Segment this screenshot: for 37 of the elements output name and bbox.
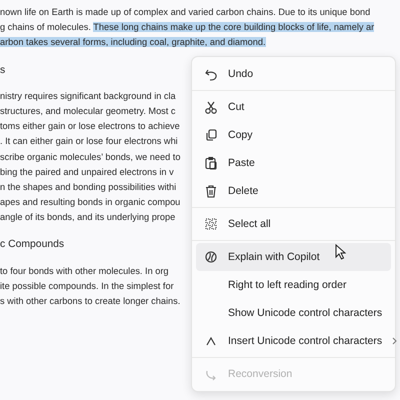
clipboard-icon xyxy=(204,156,218,170)
body-text: ite possible compounds. In the simplest for xyxy=(0,280,174,291)
mouse-pointer-icon xyxy=(335,244,346,260)
section-heading: s xyxy=(0,64,6,76)
body-text: bing the paired and unpaired electrons in v xyxy=(0,166,174,177)
copilot-icon xyxy=(204,250,218,264)
selected-text: arbon takes several forms, including coal, graphite, and diamond. xyxy=(0,37,266,48)
selected-text: These long chains make up the core building blocks of life, namely ar xyxy=(93,22,374,32)
body-text: . It can either gain or lose four electrons whi xyxy=(0,136,178,146)
menu-item[interactable]: Select all xyxy=(196,210,391,238)
select-all-icon xyxy=(204,217,218,231)
copy-icon xyxy=(204,128,218,142)
body-text: angle of its bonds, and its underlying prope xyxy=(0,212,176,222)
body-text: to four bonds with other molecules. In org xyxy=(0,266,169,276)
body-text: n the shapes and bonding possibilities withi xyxy=(0,182,176,192)
body-text: s with other carbons to create longer chains. xyxy=(0,296,180,306)
menu-item[interactable]: Show Unicode control characters xyxy=(196,299,391,327)
menu-item[interactable]: Right to left reading order xyxy=(196,271,391,299)
menu-item[interactable]: Explain with Copilot xyxy=(196,243,391,271)
chevron-right-icon xyxy=(392,337,398,345)
undo-icon xyxy=(204,67,218,81)
body-text: apes and resulting bonds in organic compou xyxy=(0,197,180,208)
body-text: toms either gain or lose electrons to achieve xyxy=(0,121,180,132)
body-text: nown life on Earth is made up of complex and varied carbon chains. Due to its unique bond xyxy=(0,7,370,17)
body-text: scribe organic molecules’ bonds, we need to xyxy=(0,152,180,162)
menu-item[interactable]: Cut xyxy=(196,93,391,121)
menu-item[interactable]: Delete xyxy=(196,177,391,205)
body-text: nistry requires significant background in cla xyxy=(0,90,176,101)
menu-item[interactable]: Copy xyxy=(196,121,391,149)
menu-item[interactable]: Insert Unicode control characters xyxy=(196,327,391,355)
body-text: g chains of molecules. xyxy=(0,22,92,32)
trash-icon xyxy=(204,184,218,198)
body-text: structures, and molecular geometry. Most c xyxy=(0,106,176,116)
menu-item[interactable]: Paste xyxy=(196,149,391,177)
scissors-icon xyxy=(204,100,218,114)
section-heading: c Compounds xyxy=(0,239,64,250)
menu-item[interactable]: Undo xyxy=(196,60,391,88)
